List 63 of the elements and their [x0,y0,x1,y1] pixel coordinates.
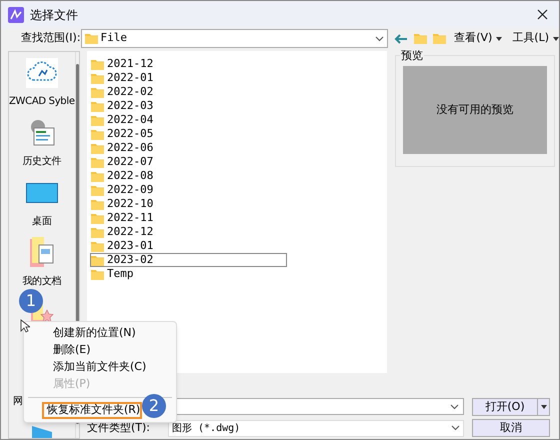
back-arrow-icon [394,34,408,44]
folder-item[interactable]: 2023-01 [90,239,287,253]
folder-item[interactable]: Temp [90,267,287,281]
tools-menu[interactable]: 工具(L) [512,30,559,47]
chevron-icon [450,404,459,410]
menu-item[interactable]: 添加当前文件夹(C) [30,359,146,376]
cancel-button[interactable]: 取消 [472,419,550,437]
folder-item[interactable]: 2022-06 [90,141,287,155]
view-menu[interactable]: 查看(V) [454,30,502,47]
folder-icon [91,240,104,252]
folder-item[interactable]: 2022-11 [90,211,287,225]
chevron-icon [451,425,460,431]
folder-item[interactable]: 2022-09 [90,183,287,197]
folder-item[interactable]: 2022-08 [90,169,287,183]
places-label[interactable]: 我的文档 [22,274,62,289]
folder-icon [91,226,104,238]
folder-icon [91,86,104,98]
app-logo-icon [8,6,24,22]
folder-item[interactable]: 2022-10 [90,197,287,211]
folder-icon [91,58,104,70]
folder-icon [91,128,104,140]
look-in-label: 查找范围(I): [21,30,81,46]
menu-item[interactable]: 创建新的位置(N) [30,325,146,342]
folder-icon [91,114,104,126]
places-label[interactable]: 历史文件 [22,154,62,169]
folder-icon [91,212,104,224]
folder-item[interactable]: 2021-12 [90,57,287,71]
folder-item[interactable]: 2022-02 [90,85,287,99]
folder-icon [91,142,104,154]
folder-icon [84,33,98,44]
look-in-combo[interactable]: File [80,29,388,48]
dropdown-icon [553,36,559,40]
folder-item[interactable]: 2022-05 [90,127,287,141]
folder-item[interactable]: 2023-02 [90,253,287,267]
close-icon [536,9,548,20]
desktop-icon [26,182,58,202]
places-label[interactable]: ZWCAD Syble [9,94,75,109]
folder-item[interactable]: 2022-01 [90,71,287,85]
folder-icon [91,198,104,210]
folder-item[interactable]: 2022-03 [90,99,287,113]
folder-item[interactable]: 2022-04 [90,113,287,127]
menu-item[interactable]: 恢复标准文件夹(R) [42,402,142,419]
places-label[interactable]: 桌面 [32,214,52,229]
folder-icon [91,254,104,266]
no-preview-text: 没有可用的预览 [436,102,514,118]
folder-icon [91,184,104,196]
folder-icon [91,268,104,280]
window-title: 选择文件 [30,6,78,24]
cloud-icon [26,58,58,88]
places-label[interactable]: 网 [13,394,23,409]
open-dropdown-button[interactable] [537,398,549,414]
folder-icon [91,72,104,84]
folder-item[interactable]: 2022-07 [90,155,287,169]
menu-item[interactable]: 删除(E) [30,342,146,359]
file-type-combo[interactable]: 图形 (*.dwg) [168,420,464,436]
folder-icon [91,170,104,182]
document-folder-icon [30,236,54,268]
folder-icon [91,100,104,112]
folder-icon [91,156,104,168]
dropdown-icon [496,36,502,40]
folder-item[interactable]: 2022-12 [90,225,287,239]
chevron-icon [375,36,384,42]
dropdown-icon [540,404,546,408]
